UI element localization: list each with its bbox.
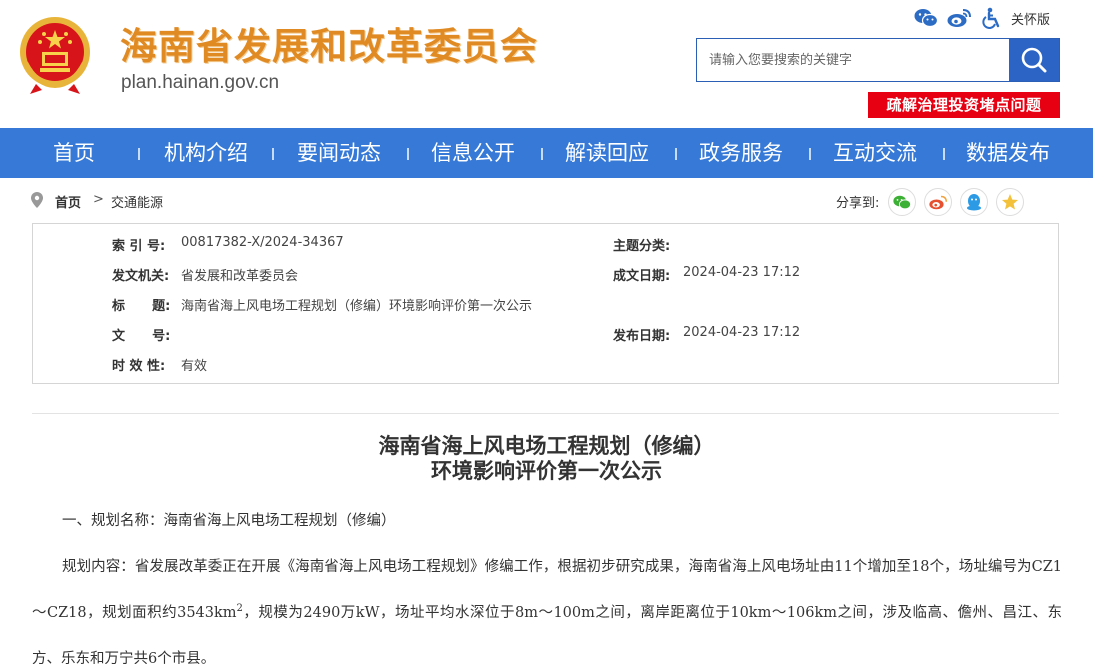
- nav-about[interactable]: 机构介绍: [164, 128, 248, 178]
- topic-label: 主题分类:: [613, 239, 671, 254]
- index-value: 00817382-X/2024-34367: [181, 235, 344, 250]
- search-box: [696, 38, 1060, 82]
- nav-separator: [138, 148, 140, 160]
- document-meta: 索 引 号: 00817382-X/2024-34367 主题分类: 发文机关:…: [32, 223, 1059, 384]
- published-date-label: 发布日期:: [613, 329, 671, 344]
- search-icon: [1021, 47, 1047, 73]
- share-qq-button[interactable]: [960, 188, 988, 216]
- breadcrumb-current[interactable]: 交通能源: [111, 192, 163, 211]
- top-tools: 关怀版: [914, 7, 1050, 29]
- wechat-icon: [893, 195, 911, 209]
- site-header: 海南省发展和改革委员会 plan.hainan.gov.cn 关怀版 请输入您要…: [0, 0, 1093, 128]
- issuer-value: 省发展和改革委员会: [181, 269, 299, 284]
- article-paragraph: 规划内容：省发展改革委正在开展《海南省海上风电场工程规划》修编工作，根据初步研究…: [32, 544, 1062, 664]
- wechat-icon[interactable]: [914, 7, 938, 29]
- share-wechat-button[interactable]: [888, 188, 916, 216]
- site-name: 海南省发展和改革委员会: [120, 25, 538, 68]
- breadcrumb-arrow: >: [93, 192, 104, 207]
- title-value: 海南省海上风电场工程规划（修编）环境影响评价第一次公示: [181, 299, 533, 314]
- location-pin-icon: [31, 192, 43, 208]
- nav-separator: [407, 148, 409, 160]
- national-emblem-icon: [16, 14, 94, 96]
- nav-separator: [675, 148, 677, 160]
- divider: [32, 413, 1059, 414]
- validity-label: 时 效 性:: [112, 359, 166, 374]
- nav-news[interactable]: 要闻动态: [297, 128, 381, 178]
- site-url: plan.hainan.gov.cn: [121, 72, 280, 93]
- star-icon: [1002, 194, 1018, 210]
- article-title-line2: 环境影响评价第一次公示: [431, 458, 662, 483]
- care-mode-link[interactable]: 关怀版: [1011, 9, 1050, 28]
- nav-interpretation[interactable]: 解读回应: [565, 128, 649, 178]
- weibo-icon: [929, 195, 947, 209]
- nav-separator: [272, 148, 274, 160]
- search-button[interactable]: [1009, 39, 1059, 81]
- nav-separator: [541, 148, 543, 160]
- breadcrumb-home[interactable]: 首页: [55, 192, 81, 211]
- breadcrumb: 首页 > 交通能源 分享到:: [0, 188, 1093, 216]
- published-date-value: 2024-04-23 17:12: [683, 325, 801, 340]
- share-qzone-button[interactable]: [996, 188, 1024, 216]
- created-date-label: 成文日期:: [613, 269, 671, 284]
- nav-interaction[interactable]: 互动交流: [833, 128, 917, 178]
- title-label: 标 题:: [112, 299, 171, 314]
- weibo-icon[interactable]: [947, 7, 971, 29]
- nav-home[interactable]: 首页: [53, 128, 95, 178]
- share-label: 分享到:: [836, 196, 880, 211]
- promo-banner[interactable]: 疏解治理投资堵点问题: [868, 92, 1060, 118]
- index-label: 索 引 号:: [112, 239, 166, 254]
- nav-separator: [809, 148, 811, 160]
- nav-separator: [943, 148, 945, 160]
- main-nav: 首页 机构介绍 要闻动态 信息公开 解读回应 政务服务 互动交流 数据发布: [0, 128, 1093, 178]
- nav-services[interactable]: 政务服务: [699, 128, 783, 178]
- nav-info-disclosure[interactable]: 信息公开: [431, 128, 515, 178]
- issuer-label: 发文机关:: [112, 269, 170, 284]
- created-date-value: 2024-04-23 17:12: [683, 265, 801, 280]
- docno-label: 文 号:: [112, 329, 171, 344]
- section-heading: 一、规划名称：海南省海上风电场工程规划（修编）: [62, 513, 396, 529]
- validity-value: 有效: [181, 359, 208, 374]
- nav-data-release[interactable]: 数据发布: [966, 128, 1050, 178]
- share-weibo-button[interactable]: [924, 188, 952, 216]
- qq-icon: [967, 194, 981, 211]
- accessibility-icon[interactable]: [980, 7, 1004, 29]
- search-input[interactable]: [697, 39, 1009, 81]
